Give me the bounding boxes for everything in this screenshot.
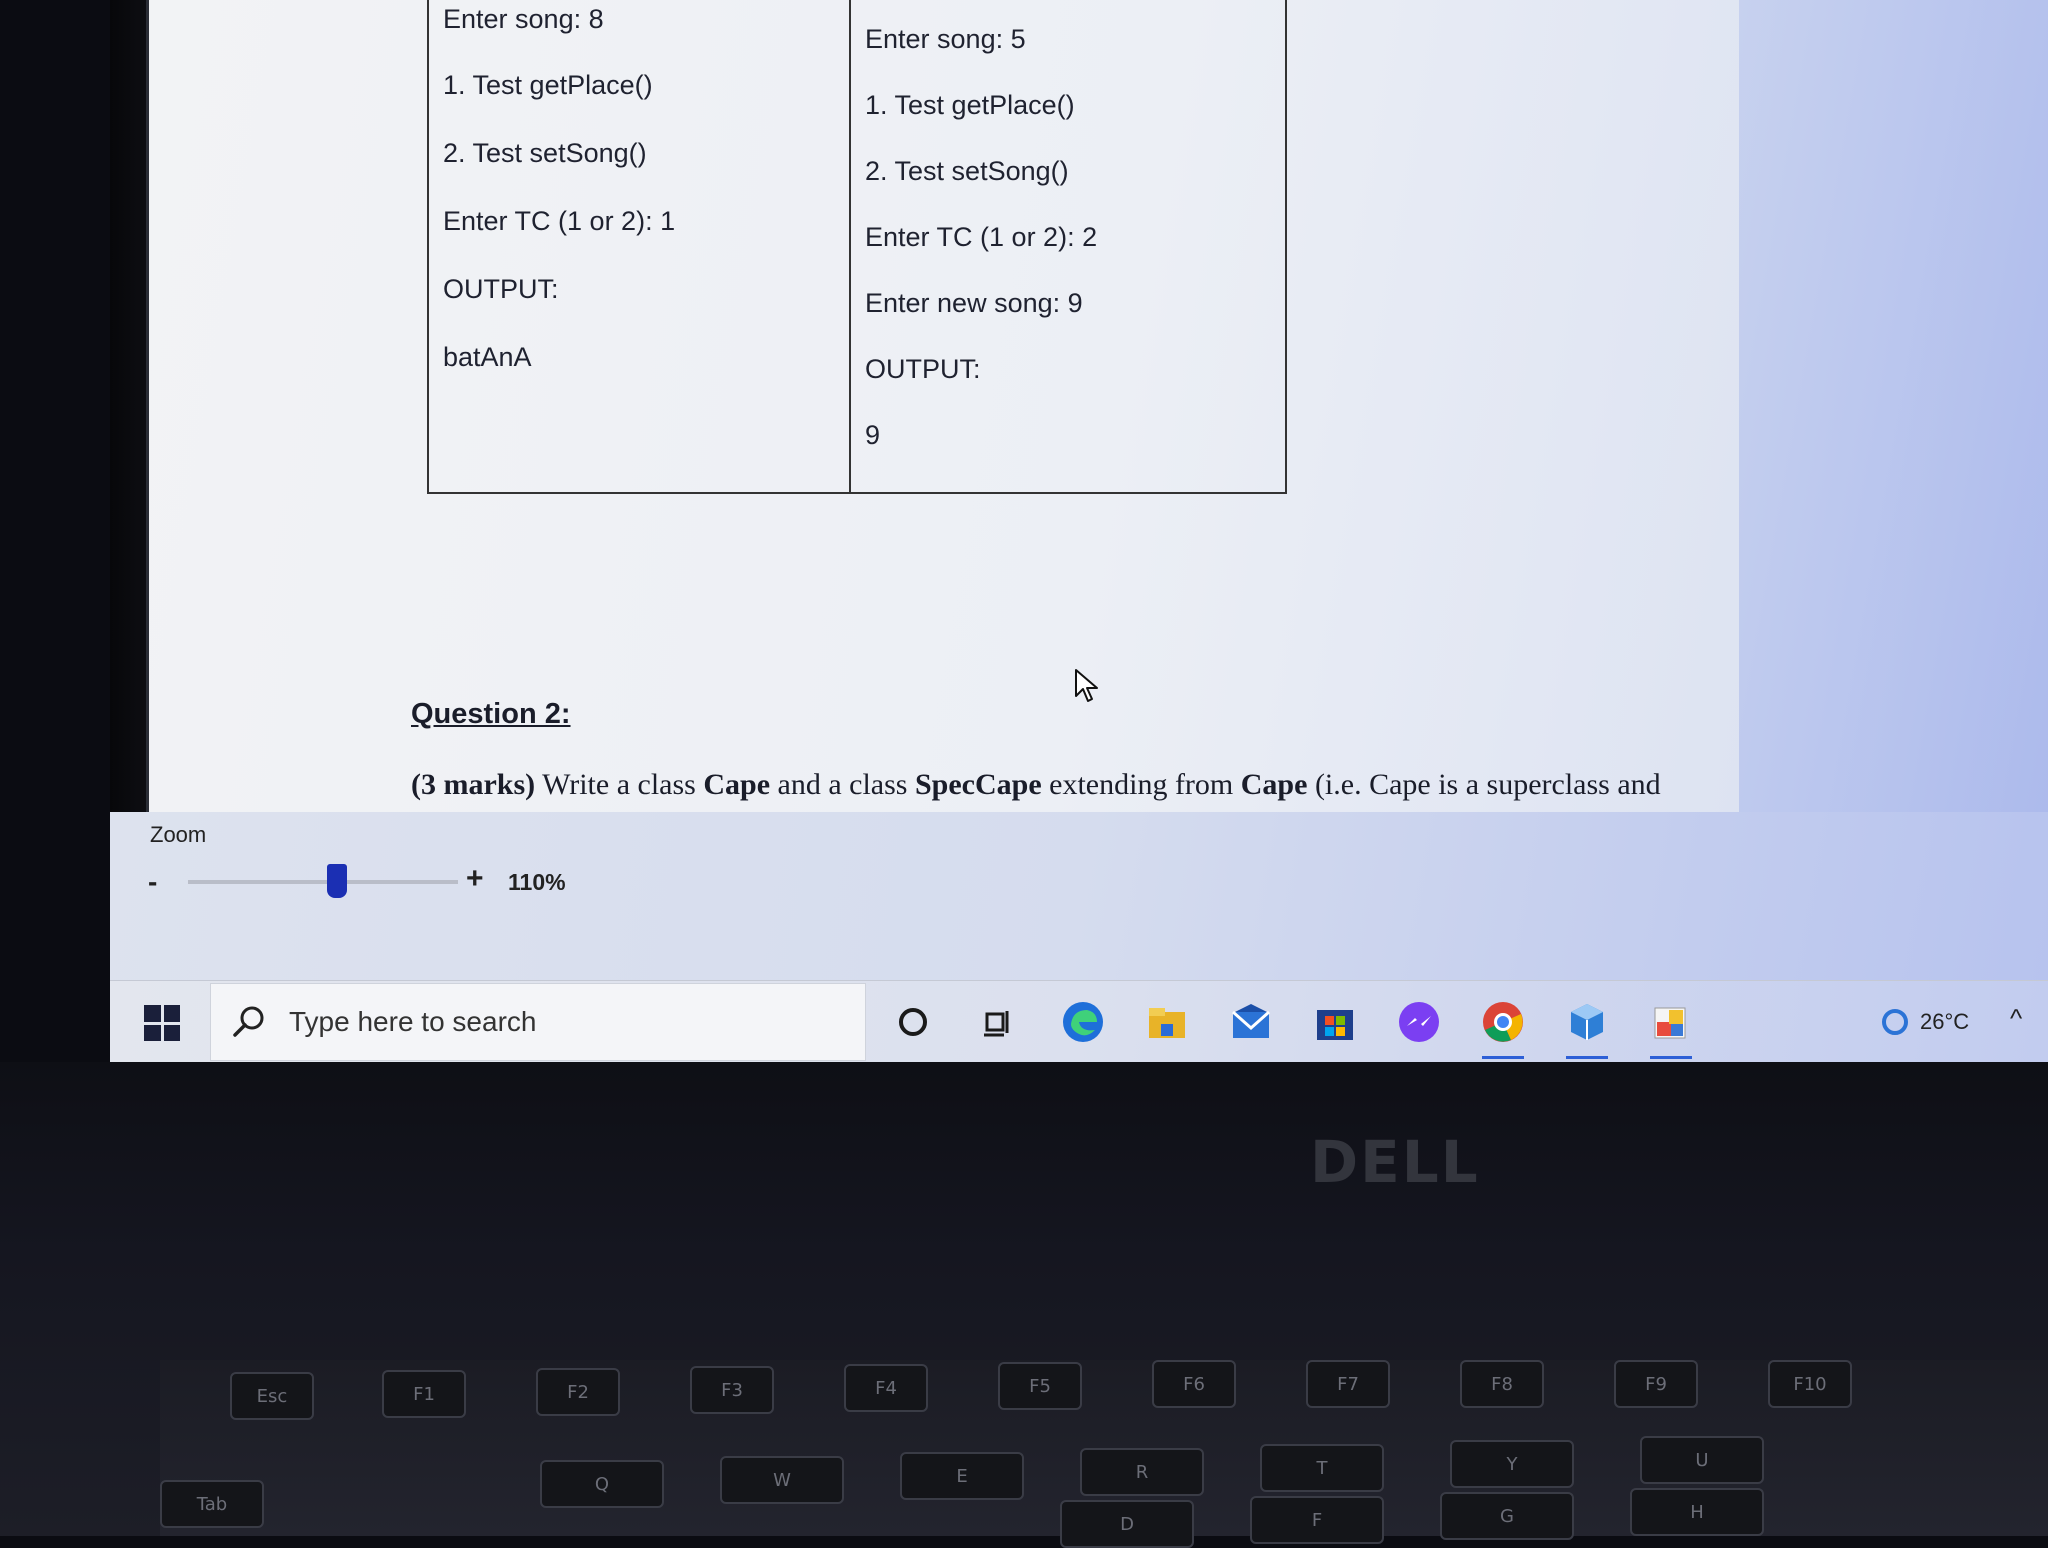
tc1-line: 1. Test getPlace() (443, 70, 653, 100)
document-page: Enter song: 8 1. Test getPlace() 2. Test… (146, 0, 1739, 812)
messenger-icon[interactable] (1396, 999, 1442, 1045)
tc1-line: Enter song: 8 (443, 4, 604, 34)
weather-temperature: 26°C (1920, 1009, 1970, 1034)
key: D (1060, 1500, 1194, 1548)
mouse-pointer-icon (1075, 669, 1098, 702)
key: U (1640, 1436, 1764, 1484)
test-case-column-2: Enter song: 5 1. Test getPlace() 2. Test… (851, 0, 1283, 492)
key: F9 (1614, 1360, 1698, 1408)
cortana-icon[interactable] (890, 999, 936, 1045)
taskbar: 26°C ^ (110, 980, 2048, 1062)
keyboard: Esc F1 F2 F3 F4 F5 F6 F7 F8 F9 F10 Tab Q… (160, 1360, 2048, 1548)
store-icon[interactable] (1312, 999, 1358, 1045)
laptop-screen: Enter song: 8 1. Test getPlace() 2. Test… (110, 0, 2048, 1062)
tc2-line: 2. Test setSong() (865, 156, 1069, 186)
test-case-column-1: Enter song: 8 1. Test getPlace() 2. Test… (429, 0, 851, 492)
key: F (1250, 1496, 1384, 1544)
tc2-line: OUTPUT: (865, 354, 981, 384)
key: F2 (536, 1368, 620, 1416)
tc1-line: OUTPUT: (443, 274, 559, 304)
mail-icon[interactable] (1228, 999, 1274, 1045)
start-tile (163, 1024, 180, 1041)
question-text-part: Write a class (535, 768, 704, 801)
key: Tab (160, 1480, 264, 1528)
tc2-line: Enter new song: 9 (865, 288, 1083, 318)
active-indicator (1650, 1056, 1692, 1059)
paint-icon[interactable] (1648, 999, 1694, 1059)
key: F6 (1152, 1360, 1236, 1408)
zoom-in-button[interactable]: + (466, 862, 484, 896)
question-marks: (3 marks) (411, 768, 536, 801)
edge-icon[interactable] (1060, 999, 1106, 1045)
zoom-panel: Zoom - + 110% (110, 812, 2048, 980)
search-icon (233, 1006, 264, 1037)
key: Q (540, 1460, 664, 1508)
tc1-line: Enter TC (1 or 2): 1 (443, 206, 676, 236)
zoom-label: Zoom (150, 822, 207, 847)
question-text: (3 marks) Write a class Cape and a class… (411, 768, 1661, 802)
question-title: Question 2: (411, 698, 571, 730)
file-explorer-icon[interactable] (1144, 999, 1190, 1045)
test-case-table: Enter song: 8 1. Test getPlace() 2. Test… (427, 0, 1287, 494)
weather-icon (1882, 1009, 1908, 1035)
zoom-out-button[interactable]: - (148, 866, 157, 898)
tc2-line: 1. Test getPlace() (865, 90, 1075, 120)
class-name: Cape (703, 768, 771, 801)
active-indicator (1482, 1056, 1524, 1059)
tc2-line: Enter song: 5 (865, 24, 1026, 54)
key: F7 (1306, 1360, 1390, 1408)
tc2-line: Enter TC (1 or 2): 2 (865, 222, 1098, 252)
question-text-part: extending from (1041, 768, 1241, 801)
key: F5 (998, 1362, 1082, 1410)
zoom-slider-track[interactable] (188, 880, 458, 884)
tray-chevron-up-icon[interactable]: ^ (2010, 1003, 2022, 1034)
key: E (900, 1452, 1024, 1500)
key: F4 (844, 1364, 928, 1412)
class-name: Cape (1240, 768, 1308, 801)
zoom-value: 110% (508, 869, 566, 895)
laptop-brand-logo: DELL (1310, 1128, 1480, 1196)
question-text-part: and a class (770, 768, 915, 801)
3d-viewer-icon[interactable] (1564, 999, 1610, 1059)
key: Esc (230, 1372, 314, 1420)
search-input[interactable] (287, 1002, 831, 1042)
chrome-icon[interactable] (1480, 999, 1526, 1059)
taskbar-search-box[interactable] (210, 983, 866, 1061)
key: F1 (382, 1370, 466, 1418)
tc1-line: batAnA (443, 342, 532, 372)
key: H (1630, 1488, 1764, 1536)
active-indicator (1566, 1056, 1608, 1059)
weather-widget[interactable]: 26°C (1880, 1007, 1969, 1037)
question-text-part: (i.e. Cape is a superclass and (1307, 768, 1661, 801)
start-tile (144, 1024, 161, 1041)
key: Y (1450, 1440, 1574, 1488)
key: T (1260, 1444, 1384, 1492)
zoom-slider-thumb[interactable] (326, 864, 347, 898)
key: W (720, 1456, 844, 1504)
key: R (1080, 1448, 1204, 1496)
key: G (1440, 1492, 1574, 1540)
key: F10 (1768, 1360, 1852, 1408)
task-view-icon[interactable] (974, 999, 1020, 1045)
class-name: SpecCape (914, 768, 1042, 801)
tc1-line: 2. Test setSong() (443, 138, 647, 168)
tc2-line: 9 (865, 420, 881, 450)
windows-start-icon[interactable] (144, 1005, 180, 1041)
key: F3 (690, 1366, 774, 1414)
key: F8 (1460, 1360, 1544, 1408)
start-tile (144, 1005, 161, 1022)
start-tile (163, 1005, 180, 1022)
